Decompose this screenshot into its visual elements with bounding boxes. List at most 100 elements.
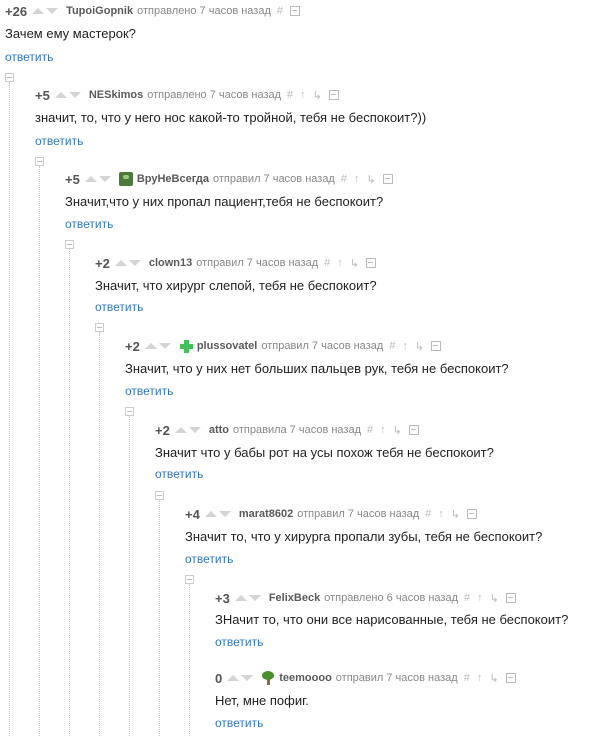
comment-score: +4 [185,506,200,522]
save-icon[interactable] [505,673,516,683]
downvote-icon[interactable] [158,343,171,349]
parent-arrow-icon[interactable]: ↑ [300,89,306,101]
comment-timestamp: отправлено 7 часов назад [147,89,282,101]
comment-text: Значит что у бабы рот на усы похож тебя … [155,445,494,460]
hash-icon[interactable]: # [324,257,330,269]
thread-line [39,166,40,736]
reply-link[interactable]: ответить [35,134,83,148]
comment-text: Значит, что хирург слепой, тебя не беспо… [95,278,377,293]
frog-avatar-icon[interactable] [118,172,133,186]
parent-arrow-icon[interactable]: ↑ [380,424,386,436]
comment-author[interactable]: marat8602 [239,508,293,520]
reply-link[interactable]: ответить [125,384,173,398]
comment-author[interactable]: teemoooo [279,672,332,684]
plus-avatar-icon[interactable] [179,339,193,353]
parent-arrow-icon[interactable]: ↑ [354,173,360,185]
downvote-icon[interactable] [218,511,231,517]
parent-arrow-icon[interactable]: ↑ [402,340,408,352]
comment-header: +26 TupoiGopnik отправлено 7 часов назад… [5,2,307,20]
branch-icon[interactable]: ↳ [313,89,322,102]
save-icon[interactable] [328,90,339,100]
reply-link[interactable]: ответить [215,635,263,649]
parent-arrow-icon[interactable]: ↑ [438,508,444,520]
collapse-toggle[interactable] [185,575,194,584]
parent-arrow-icon[interactable]: ↑ [477,592,483,604]
reply-link[interactable]: ответить [155,467,203,481]
comment-author[interactable]: TupoiGopnik [66,5,133,17]
comment-timestamp: отправил 7 часов назад [212,173,335,185]
hash-icon[interactable]: # [287,89,293,101]
comment-timestamp: отправлено 6 часов назад [324,592,458,604]
comment-author[interactable]: FelixBeck [269,592,320,604]
branch-icon[interactable]: ↳ [350,257,359,270]
save-icon[interactable] [408,425,419,435]
comment-score: +5 [65,171,80,187]
save-icon[interactable] [505,593,516,603]
branch-icon[interactable]: ↳ [415,340,424,353]
comment-timestamp: отправил 7 часов назад [196,257,319,269]
hash-icon[interactable]: # [341,173,347,185]
reply-link[interactable]: ответить [185,552,233,566]
collapse-toggle[interactable] [125,407,134,416]
collapse-toggle[interactable] [95,323,104,332]
downvote-icon[interactable] [68,92,81,98]
comment-score: +3 [215,590,230,606]
upvote-icon[interactable] [234,595,247,601]
upvote-icon[interactable] [174,427,187,433]
hash-icon[interactable]: # [277,5,283,17]
hash-icon[interactable]: # [425,508,431,520]
downvote-icon[interactable] [98,176,111,182]
downvote-icon[interactable] [46,8,59,14]
comment-header: +5 NESkimos отправлено 7 часов назад # ↑… [35,86,346,104]
tree-avatar-icon[interactable] [261,671,275,685]
comment-author[interactable]: atto [209,424,229,436]
collapse-toggle[interactable] [5,73,14,82]
hash-icon[interactable]: # [464,672,470,684]
parent-arrow-icon[interactable]: ↑ [477,672,483,684]
comment-author[interactable]: plussovatel [197,340,258,352]
downvote-icon[interactable] [188,427,201,433]
parent-arrow-icon[interactable]: ↑ [337,257,343,269]
comment-author[interactable]: NESkimos [89,89,143,101]
comment-score: +2 [155,422,170,438]
collapse-toggle[interactable] [65,240,74,249]
save-icon[interactable] [467,509,477,519]
comment-score: +2 [125,338,140,354]
comment-author[interactable]: clown13 [149,257,192,269]
save-icon[interactable] [382,174,393,184]
downvote-icon[interactable] [248,595,261,601]
collapse-toggle[interactable] [35,157,44,166]
save-icon[interactable] [365,258,376,268]
branch-icon[interactable]: ↳ [366,173,375,186]
upvote-icon[interactable] [54,92,67,98]
upvote-icon[interactable] [144,343,157,349]
branch-icon[interactable]: ↳ [489,672,498,685]
comment-text: ЗНачит то, что они все нарисованные, теб… [215,612,569,627]
downvote-icon[interactable] [128,260,141,266]
upvote-icon[interactable] [227,675,240,681]
upvote-icon[interactable] [32,8,45,14]
branch-icon[interactable]: ↳ [451,508,460,521]
comment-text: Зачем ему мастерок? [5,26,136,41]
vote-controls [114,260,143,266]
comment-author[interactable]: ВруНеВсегда [137,173,209,185]
comment-text: Значит,что у них пропал пациент,тебя не … [65,194,384,209]
save-icon[interactable] [290,6,300,16]
reply-link[interactable]: ответить [65,217,113,231]
upvote-icon[interactable] [84,176,97,182]
branch-icon[interactable]: ↳ [393,424,402,437]
upvote-icon[interactable] [114,260,127,266]
reply-link[interactable]: ответить [215,716,263,730]
hash-icon[interactable]: # [367,424,373,436]
downvote-icon[interactable] [241,675,254,681]
comment-header: +5 ВруНеВсегда отправил 7 часов назад # … [65,170,400,188]
hash-icon[interactable]: # [464,592,470,604]
comment-text: Значит то, что у хирурга пропали зубы, т… [185,529,543,544]
reply-link[interactable]: ответить [95,300,143,314]
collapse-toggle[interactable] [155,491,164,500]
save-icon[interactable] [431,341,442,351]
upvote-icon[interactable] [204,511,217,517]
branch-icon[interactable]: ↳ [490,592,499,605]
reply-link[interactable]: ответить [5,50,53,64]
hash-icon[interactable]: # [389,340,395,352]
